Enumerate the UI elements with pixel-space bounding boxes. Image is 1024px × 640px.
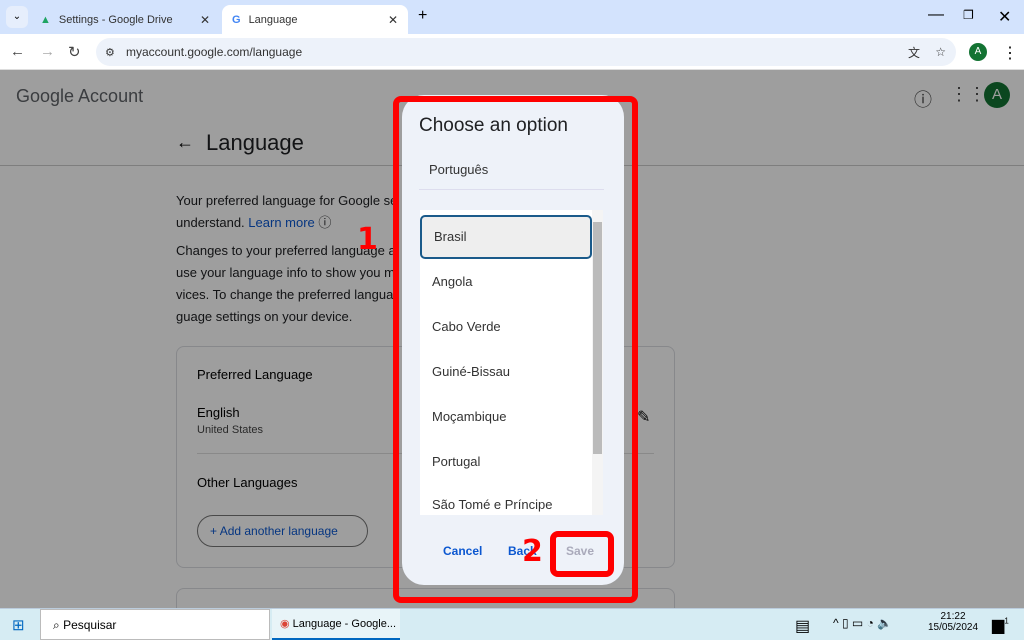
tab-language[interactable]: G Language ✕ (222, 5, 408, 34)
annotation-1: 1 (357, 222, 378, 257)
profile-avatar[interactable]: A (969, 43, 987, 61)
star-icon[interactable]: ☆ (935, 45, 946, 59)
tab-bar: ⌄ ▲ Settings - Google Drive ✕ G Language ✕… (0, 0, 1024, 34)
toolbar: ← → ↻ ⚙ myaccount.google.com/language 文 … (0, 34, 1024, 70)
windows-start-icon[interactable]: ⊞ (12, 616, 25, 634)
reload-icon[interactable]: ↻ (68, 43, 81, 61)
news-icon[interactable]: ▤ (795, 616, 810, 636)
close-window-button[interactable]: ✕ (998, 7, 1011, 27)
site-info-icon[interactable]: ⚙ (105, 46, 115, 59)
taskbar-search[interactable]: ⌕ Pesquisar (40, 609, 270, 640)
taskbar-chrome-app[interactable]: ◉ Language - Google... (272, 609, 400, 640)
address-bar[interactable]: ⚙ myaccount.google.com/language 文 ☆ (96, 38, 956, 66)
tray-icons[interactable]: ^ ▯ ▭ ◔ 🔈 (833, 616, 892, 630)
translate-icon[interactable]: 文 (908, 44, 920, 61)
highlight-box-dialog (393, 96, 638, 603)
google-icon: G (232, 13, 241, 26)
back-icon[interactable]: ← (10, 43, 25, 60)
tab-google-drive[interactable]: ▲ Settings - Google Drive ✕ (30, 5, 220, 34)
taskbar: ⊞ ⌕ Pesquisar ◉ Language - Google... ▤ ^… (0, 608, 1024, 640)
notifications-icon[interactable]: ▆1 (992, 615, 1009, 635)
chrome-icon: ◉ (280, 618, 290, 630)
close-icon[interactable]: ✕ (388, 13, 398, 27)
close-icon[interactable]: ✕ (200, 13, 210, 27)
tab-search-button[interactable]: ⌄ (6, 6, 28, 28)
highlight-box-save (550, 531, 614, 577)
menu-icon[interactable]: ⋮ (1002, 43, 1018, 63)
drive-icon: ▲ (40, 13, 51, 26)
new-tab-button[interactable]: + (418, 7, 427, 25)
minimize-button[interactable]: — (928, 6, 944, 24)
annotation-2: 2 (522, 534, 543, 569)
clock[interactable]: 21:22 15/05/2024 (928, 611, 978, 633)
forward-icon[interactable]: → (40, 43, 55, 60)
restore-button[interactable]: ❐ (963, 8, 974, 22)
